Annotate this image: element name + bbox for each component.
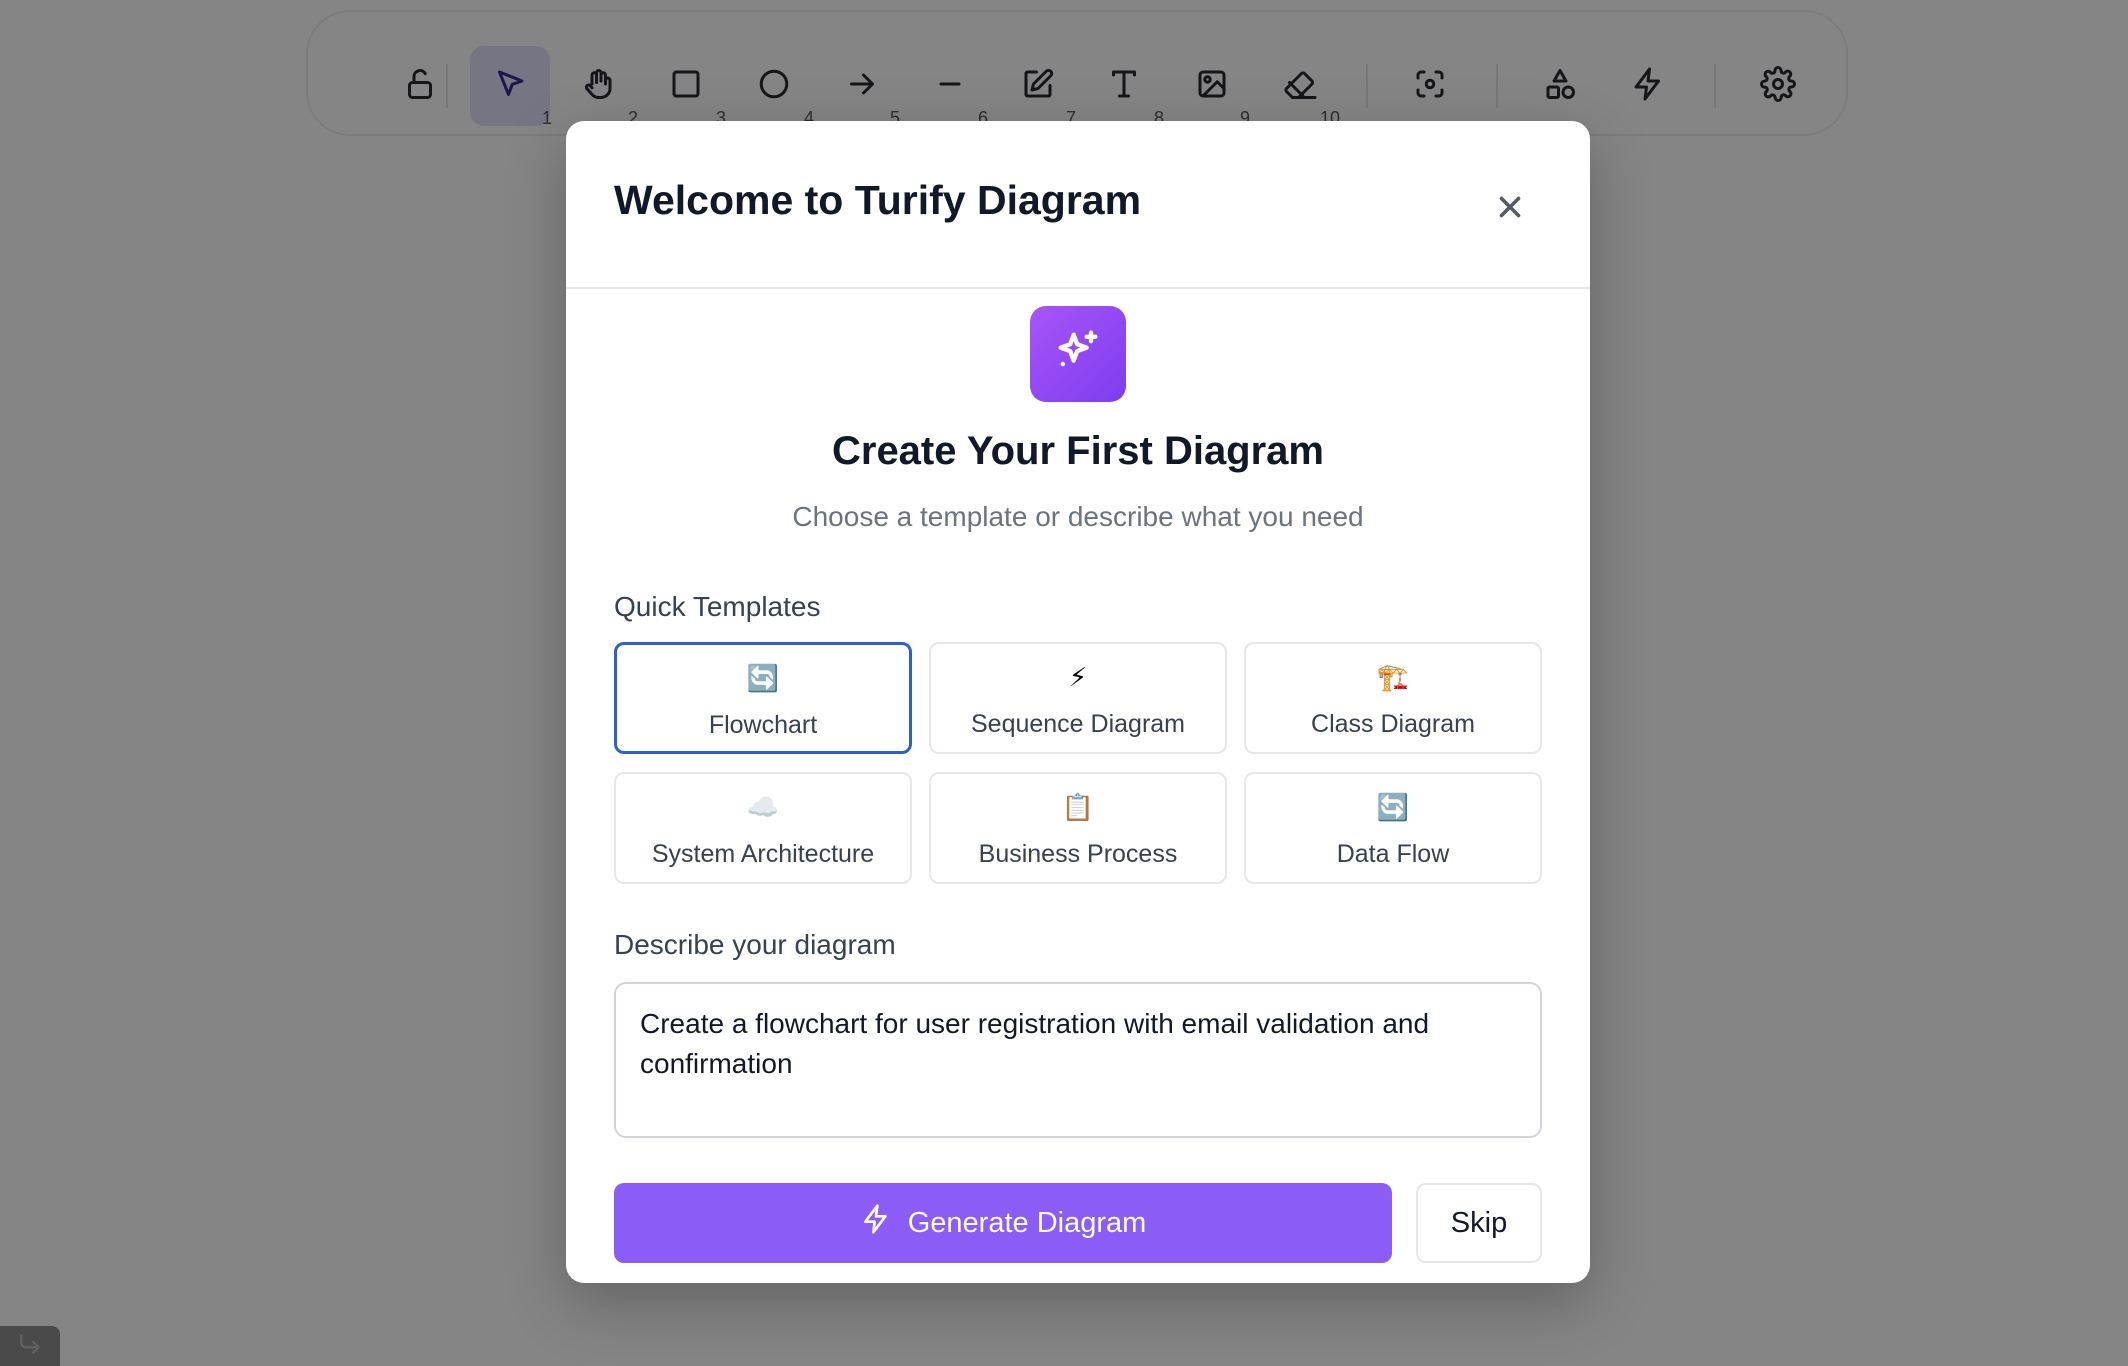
template-label: Class Diagram <box>1311 710 1475 738</box>
close-button[interactable] <box>1482 181 1538 237</box>
hero-title: Create Your First Diagram <box>831 429 1324 473</box>
skip-button-label: Skip <box>1450 1206 1508 1239</box>
welcome-modal: Welcome to Turify Diagram Create Your Fi… <box>566 121 1590 1283</box>
close-icon <box>1493 190 1527 229</box>
lightning-icon: ⚡ <box>1068 662 1088 692</box>
construction-crane-icon: 🏗️ <box>1376 662 1410 692</box>
describe-label: Describe your diagram <box>614 929 896 960</box>
cycle-arrows-icon: 🔄 <box>1376 792 1410 822</box>
diagram-description-input[interactable] <box>614 982 1542 1138</box>
template-data-flow[interactable]: 🔄 Data Flow <box>1244 772 1542 884</box>
template-business-process[interactable]: 📋 Business Process <box>929 772 1227 884</box>
lightning-icon <box>860 1203 892 1243</box>
skip-button[interactable]: Skip <box>1416 1183 1542 1263</box>
cycle-arrows-icon: 🔄 <box>746 663 780 693</box>
sparkles-badge <box>1030 306 1126 402</box>
template-label: System Architecture <box>651 840 875 868</box>
cloud-icon: ☁️ <box>746 792 780 822</box>
template-class-diagram[interactable]: 🏗️ Class Diagram <box>1244 642 1542 754</box>
generate-button-label: Generate Diagram <box>907 1206 1147 1239</box>
template-label: Flowchart <box>708 711 818 739</box>
clipboard-icon: 📋 <box>1061 792 1095 822</box>
template-sequence-diagram[interactable]: ⚡ Sequence Diagram <box>929 642 1227 754</box>
hero-subtitle: Choose a template or describe what you n… <box>792 501 1364 532</box>
template-label: Data Flow <box>1336 840 1450 868</box>
template-label: Sequence Diagram <box>970 710 1185 738</box>
quick-templates-label: Quick Templates <box>614 591 821 622</box>
template-system-architecture[interactable]: ☁️ System Architecture <box>614 772 912 884</box>
modal-title: Welcome to Turify Diagram <box>614 177 1142 223</box>
modal-header: Welcome to Turify Diagram <box>566 121 1590 289</box>
template-flowchart[interactable]: 🔄 Flowchart <box>614 642 912 754</box>
sparkles-icon <box>1052 326 1104 383</box>
template-label: Business Process <box>978 840 1178 868</box>
generate-diagram-button[interactable]: Generate Diagram <box>614 1183 1392 1263</box>
